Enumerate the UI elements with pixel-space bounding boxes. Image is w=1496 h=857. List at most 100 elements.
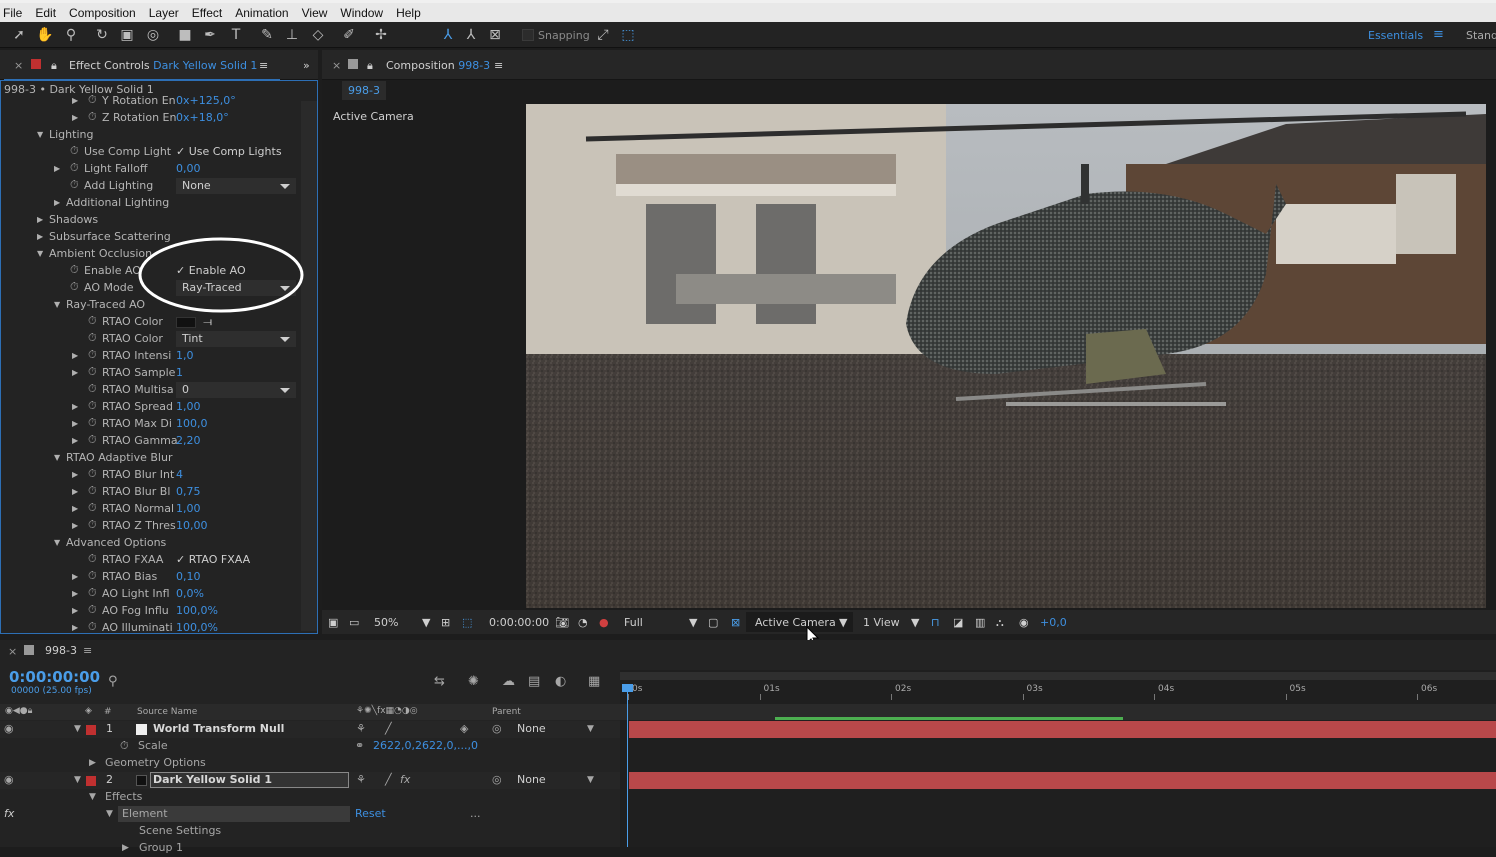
effect-prop-value[interactable]: 1 xyxy=(176,366,183,379)
effect-prop-row[interactable]: ▼ Lighting xyxy=(1,127,301,144)
effect-prop-row[interactable]: ▶ ⏱︎ RTAO Gamma 2,20 xyxy=(1,433,301,450)
view-dropdown-icon[interactable]: ▼ xyxy=(911,616,919,629)
effect-prop-value[interactable]: 2,20 xyxy=(176,434,201,447)
stopwatch-icon[interactable]: ⏱︎ xyxy=(70,144,79,158)
effect-controls-tab[interactable]: Effect Controls Dark Yellow Solid 1 xyxy=(69,59,257,72)
effect-prop-row[interactable]: ▶ Additional Lighting xyxy=(1,195,301,212)
layer-name[interactable]: Dark Yellow Solid 1 xyxy=(153,773,272,786)
effect-prop-row[interactable]: ▶ ⏱︎ RTAO Z Thres 10,00 xyxy=(1,518,301,535)
fast-preview-icon[interactable]: ▢ xyxy=(708,616,718,629)
effect-prop-value[interactable]: 4 xyxy=(176,468,183,481)
graph-editor-icon[interactable]: ▦ xyxy=(588,674,600,689)
stopwatch-icon[interactable]: ⏱︎ xyxy=(88,569,97,583)
menu-item-animation[interactable]: Animation xyxy=(235,6,288,20)
close-comp-tab-icon[interactable]: × xyxy=(332,59,341,72)
fx-icon[interactable]: fx xyxy=(4,807,14,820)
stopwatch-icon[interactable]: ⏱︎ xyxy=(88,110,97,124)
channels-icon[interactable]: ● xyxy=(599,616,609,629)
effect-prop-row[interactable]: ▼ RTAO Adaptive Blur xyxy=(1,450,301,467)
timeline-menu-icon[interactable]: ≡ xyxy=(83,644,92,657)
menu-item-view[interactable]: View xyxy=(302,6,328,20)
parent-select[interactable]: None xyxy=(517,773,546,786)
parent-dropdown-icon[interactable]: ▼ xyxy=(587,775,594,785)
toggle-grid-icon[interactable]: ⊠ xyxy=(731,616,740,629)
effect-prop-row[interactable]: ⏱︎ Use Comp Light ✓ Use Comp Lights xyxy=(1,144,301,161)
effect-prop-row[interactable]: ⏱︎ RTAO Color ⟞ xyxy=(1,314,301,331)
work-area-bar[interactable] xyxy=(620,672,1496,680)
layer-row-1[interactable]: ◉ ▼ 1 World Transform Null ⚘ ╱ ◈ ◎ None … xyxy=(0,721,620,738)
camera-dropdown-icon[interactable]: ▼ xyxy=(839,616,847,629)
expand-icon[interactable]: ▶ xyxy=(72,419,78,428)
effects-row[interactable]: ▼ Effects xyxy=(0,789,620,806)
effect-prop-value[interactable]: 0,00 xyxy=(176,162,201,175)
options-dots[interactable]: ... xyxy=(470,807,481,820)
parent-dropdown-icon[interactable]: ▼ xyxy=(587,724,594,734)
close-tab-icon[interactable]: × xyxy=(14,59,23,72)
camera-tool-icon[interactable]: ▣ xyxy=(118,26,136,44)
collapse-icon[interactable]: ▼ xyxy=(54,453,60,462)
effect-prop-value[interactable]: 1,0 xyxy=(176,349,194,362)
effect-prop-row[interactable]: ▶ ⏱︎ Y Rotation En 0x+125,0° xyxy=(1,93,301,110)
menu-item-help[interactable]: Help xyxy=(396,6,421,20)
fx-switch-icon[interactable]: fx xyxy=(400,773,410,786)
menu-item-composition[interactable]: Composition xyxy=(69,6,136,20)
comp-subtab[interactable]: 998-3 xyxy=(342,81,386,100)
stopwatch-icon[interactable]: ⏱︎ xyxy=(88,518,97,532)
effect-prop-checkbox[interactable]: ✓ RTAO FXAA xyxy=(176,553,250,566)
group-row[interactable]: ▶ Group 1 xyxy=(0,840,620,857)
col-parent[interactable]: Parent xyxy=(492,707,521,717)
eraser-tool-icon[interactable]: ◇ xyxy=(309,26,327,44)
rectangle-tool-icon[interactable]: ■ xyxy=(176,26,194,44)
view-layout-select[interactable]: 1 View xyxy=(863,616,900,629)
exposure-reset-icon[interactable]: ◉ xyxy=(1019,616,1029,629)
search-icon[interactable]: ⚲ xyxy=(108,674,118,689)
close-timeline-icon[interactable]: × xyxy=(8,645,17,658)
geometry-expand-icon[interactable]: ▶ xyxy=(89,758,96,768)
scene-settings-row[interactable]: Scene Settings xyxy=(0,823,620,840)
pan-behind-tool-icon[interactable]: ◎ xyxy=(144,26,162,44)
effect-prop-value[interactable]: 1,00 xyxy=(176,502,201,515)
effect-prop-row[interactable]: ▶ ⏱︎ RTAO Normal 1,00 xyxy=(1,501,301,518)
effect-prop-row[interactable]: ▶ Shadows xyxy=(1,212,301,229)
lock-icon[interactable]: 🔒︎ xyxy=(51,59,57,73)
effect-prop-value[interactable]: 0,75 xyxy=(176,485,201,498)
group-expand-icon[interactable]: ▶ xyxy=(122,843,129,853)
layer-label-color[interactable] xyxy=(86,725,96,735)
stopwatch-icon[interactable]: ⏱︎ xyxy=(88,552,97,566)
visibility-icon[interactable]: ◉ xyxy=(4,773,14,786)
stopwatch-icon[interactable]: ⏱︎ xyxy=(70,263,79,277)
comp-lock-icon[interactable]: 🔒︎ xyxy=(367,59,373,73)
layer-expand-icon[interactable]: ▼ xyxy=(74,775,81,785)
rotate-tool-icon[interactable]: ↻ xyxy=(93,26,111,44)
effect-prop-row[interactable]: ▶ ⏱︎ AO Light Infl 0,0% xyxy=(1,586,301,603)
expand-icon[interactable]: ▶ xyxy=(72,521,78,530)
effect-prop-value[interactable]: 100,0% xyxy=(176,621,218,633)
effect-prop-row[interactable]: ⏱︎ RTAO FXAA ✓ RTAO FXAA xyxy=(1,552,301,569)
stopwatch-icon[interactable]: ⏱︎ xyxy=(88,586,97,600)
element-expand-icon[interactable]: ▼ xyxy=(106,809,113,819)
effect-prop-row[interactable]: ▼ Advanced Options xyxy=(1,535,301,552)
effect-prop-row[interactable]: ▶ ⏱︎ Z Rotation En 0x+18,0° xyxy=(1,110,301,127)
effect-prop-dropdown[interactable]: None xyxy=(176,178,296,194)
clone-stamp-tool-icon[interactable]: ⊥ xyxy=(283,26,301,44)
effect-prop-value[interactable]: 10,00 xyxy=(176,519,208,532)
composition-tab[interactable]: Composition 998-3 xyxy=(386,59,490,72)
snap-edges-icon[interactable]: ⤢ xyxy=(594,26,612,44)
expand-icon[interactable]: ▶ xyxy=(54,198,60,207)
timeline-tracks[interactable]: 0s 01s 02s 03s 04s 05s 06s xyxy=(620,670,1496,847)
effect-scrollbar[interactable] xyxy=(301,101,317,631)
collapse-icon[interactable]: ▼ xyxy=(54,538,60,547)
zoom-tool-icon[interactable]: ⚲ xyxy=(62,26,80,44)
draft-3d-icon[interactable]: ◪ xyxy=(953,616,963,629)
quality-switch-icon[interactable]: ╱ xyxy=(385,773,392,786)
effect-prop-value[interactable]: 0,10 xyxy=(176,570,201,583)
effect-prop-value[interactable]: 0x+18,0° xyxy=(176,111,229,124)
zoom-dropdown-icon[interactable]: ▼ xyxy=(422,616,430,629)
pen-tool-icon[interactable]: ✒ xyxy=(201,26,219,44)
collapse-icon[interactable]: ▼ xyxy=(37,130,43,139)
stopwatch-icon[interactable]: ⏱︎ xyxy=(88,348,97,362)
quality-switch-icon[interactable]: ╱ xyxy=(385,722,392,735)
effect-prop-dropdown[interactable]: Tint xyxy=(176,331,296,347)
exposure-value[interactable]: +0,0 xyxy=(1040,616,1067,629)
always-preview-icon[interactable]: ▣ xyxy=(328,616,338,629)
